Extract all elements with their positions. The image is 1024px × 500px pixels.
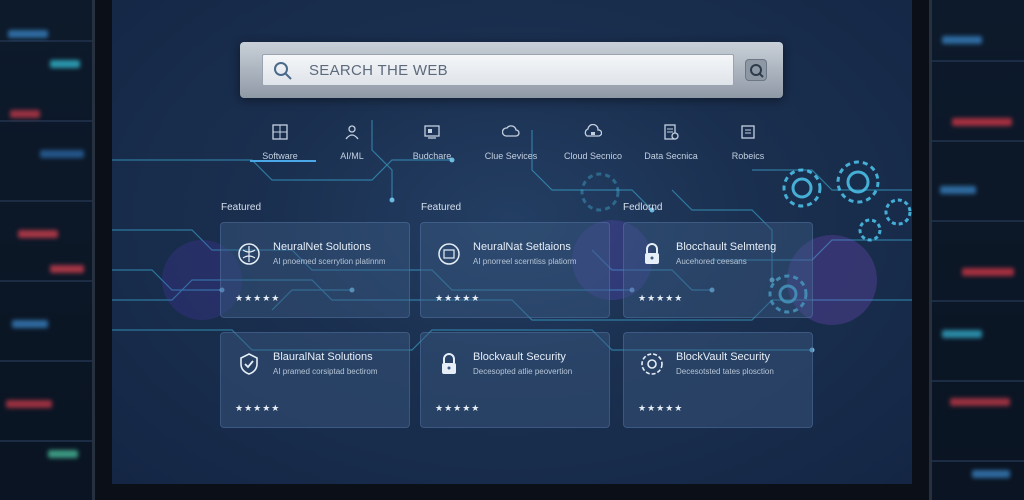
tab-cloud-services[interactable]: Clue Sevices [471, 120, 551, 161]
hardware-icon [424, 125, 440, 139]
data-science-icon [664, 124, 679, 140]
card-description: Aucehored ceesans [676, 257, 747, 266]
card-title: Blocchault Selmteng [676, 241, 777, 253]
card-description: Decesotsted tates plosction [676, 367, 774, 376]
neural-chip-icon [438, 243, 460, 265]
tab-label: AI/ML [340, 151, 364, 161]
shield-check-icon [240, 353, 258, 375]
card-description: AI pnorreel scerntiss platiorm [473, 257, 577, 266]
tab-data-science[interactable]: Data Secnica [631, 120, 711, 161]
search-bar: SEARCH THE WEB [240, 42, 783, 98]
card-description: Decesopted atlie peovertion [473, 367, 573, 376]
software-icon [272, 124, 288, 140]
shield-gear-icon [641, 353, 663, 375]
robotics-icon [741, 125, 755, 139]
rating-stars: ★★★★★ [435, 403, 481, 413]
tab-label: Robeics [731, 151, 765, 161]
search-icon [274, 62, 292, 80]
rating-stars: ★★★★★ [235, 403, 281, 413]
tab-label: Data Secnica [644, 151, 698, 161]
product-card[interactable]: NeuralNat Setlaions AI pnorreel scerntis… [420, 222, 610, 318]
tab-label: Software [262, 151, 298, 161]
rating-stars: ★★★★★ [235, 293, 281, 303]
lock-icon [645, 243, 659, 264]
cloud-services-icon [501, 125, 520, 137]
server-rack-left [0, 0, 92, 500]
product-card[interactable]: BlockVault Security Decesotsted tates pl… [623, 332, 813, 428]
search-placeholder: SEARCH THE WEB [309, 62, 448, 79]
tab-label: Clue Sevices [484, 151, 538, 161]
search-submit-icon [750, 64, 764, 78]
tab-software[interactable]: Software [240, 120, 320, 162]
card-description: AI pnoemed scerrytion platinnm [273, 257, 386, 266]
category-tabs: Software AI/ML Budchare Clue Sevices Clo… [240, 120, 780, 164]
tab-robotics[interactable]: Robeics [708, 120, 788, 161]
server-rack-right [932, 0, 1024, 500]
lock-icon [442, 353, 456, 374]
product-card[interactable]: Blocchault Selmteng Aucehored ceesans ★★… [623, 222, 813, 318]
tab-label: Budchare [412, 151, 452, 161]
card-title: BlauralNat Solutions [273, 351, 373, 363]
ai-ml-icon [345, 125, 359, 140]
rating-stars: ★★★★★ [638, 293, 684, 303]
tab-label: Cloud Secnico [563, 151, 623, 161]
featured-heading: Featured [221, 202, 262, 213]
search-button[interactable] [745, 59, 767, 81]
card-title: NeuralNet Solutions [273, 241, 371, 253]
cloud-security-icon [584, 123, 603, 137]
tab-ai-ml[interactable]: AI/ML [312, 120, 392, 161]
neural-net-icon [238, 243, 260, 265]
product-card[interactable]: Blockvault Security Decesopted atlie peo… [420, 332, 610, 428]
card-description: AI pramed corsiptad bectirom [273, 367, 378, 376]
card-title: Blockvault Security [473, 351, 566, 363]
featured-heading: Featured [421, 202, 462, 213]
tab-hardware[interactable]: Budchare [392, 120, 472, 161]
product-card[interactable]: BlauralNat Solutions AI pramed corsiptad… [220, 332, 410, 428]
tab-cloud-security[interactable]: Cloud Secnico [553, 120, 633, 161]
card-title: NeuralNat Setlaions [473, 241, 571, 253]
product-card[interactable]: NeuralNet Solutions AI pnoemed scerrytio… [220, 222, 410, 318]
search-input[interactable]: SEARCH THE WEB [262, 54, 734, 86]
browser-screen: SEARCH THE WEB Software AI/ML Budchare C… [112, 0, 912, 484]
rating-stars: ★★★★★ [638, 403, 684, 413]
card-title: BlockVault Security [676, 351, 770, 363]
rating-stars: ★★★★★ [435, 293, 481, 303]
featured-heading: Fedlornd [623, 202, 663, 213]
